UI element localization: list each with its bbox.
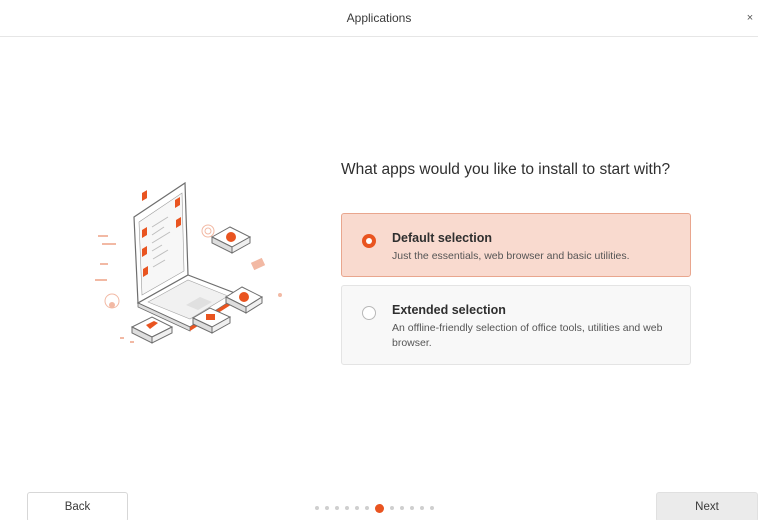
option-description: An offline-friendly selection of office … [392, 322, 663, 349]
progress-dot [335, 506, 339, 510]
radio-selected-icon[interactable] [362, 234, 376, 248]
progress-dot [345, 506, 349, 510]
progress-dot [325, 506, 329, 510]
close-icon[interactable]: × [742, 9, 758, 27]
radio-unselected-icon[interactable] [362, 306, 376, 320]
option-title: Extended selection [392, 303, 506, 317]
window-title: Applications [346, 11, 412, 25]
option-extended-selection[interactable]: Extended selection An offline-friendly s… [341, 285, 691, 365]
progress-dot [430, 506, 434, 510]
title-bar: Applications × [0, 0, 758, 37]
option-description: Just the essentials, web browser and bas… [392, 250, 630, 262]
progress-dot [420, 506, 424, 510]
progress-dots [315, 503, 475, 513]
laptop-illustration [95, 181, 282, 344]
installer-window: Applications × What apps would you like … [0, 0, 758, 520]
progress-dot [390, 506, 394, 510]
option-title: Default selection [392, 231, 493, 245]
progress-dot-active [375, 503, 384, 513]
option-default-selection[interactable]: Default selection Just the essentials, w… [341, 213, 691, 277]
question-heading: What apps would you like to install to s… [341, 161, 671, 178]
back-button[interactable]: Back [27, 492, 128, 520]
progress-dot [315, 506, 319, 510]
next-button[interactable]: Next [656, 492, 758, 520]
progress-dot [365, 506, 369, 510]
progress-dot [355, 506, 359, 510]
progress-dot [400, 506, 404, 510]
progress-dot [410, 506, 414, 510]
